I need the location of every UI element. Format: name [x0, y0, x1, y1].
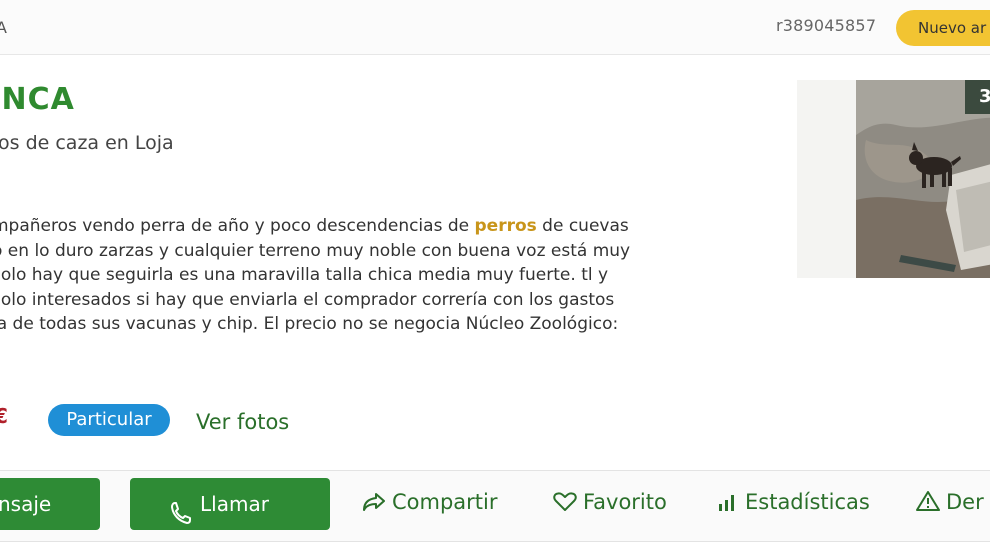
description-line: solo hay que seguirla es una maravilla t…	[0, 265, 609, 285]
share-label: Compartir	[392, 490, 498, 514]
message-button[interactable]: nsaje	[0, 478, 100, 530]
report-button[interactable]: Der	[916, 490, 984, 517]
bar-chart-icon	[717, 492, 739, 517]
report-label: Der	[946, 490, 984, 514]
share-icon	[362, 492, 386, 517]
listing-subtitle: os de caza en Loja	[0, 132, 174, 154]
listing-reference: r389045857	[776, 16, 877, 35]
call-button-label: Llamar	[200, 492, 269, 516]
statistics-button[interactable]: Estadísticas	[717, 490, 870, 517]
keyword-highlight: perros	[474, 216, 537, 236]
description-text: mpañeros vendo perra de año y poco desce…	[0, 216, 475, 236]
listing-description: mpañeros vendo perra de año y poco desce…	[0, 214, 772, 337]
listing-top-bar: A r389045857 Nuevo ar	[0, 0, 990, 55]
description-line: mpañeros vendo perra de año y poco desce…	[0, 214, 772, 239]
favorite-button[interactable]: Favorito	[553, 490, 667, 517]
price-fragment: €	[0, 404, 8, 428]
listing-title: ENCA	[0, 82, 75, 117]
description-line: o en lo duro zarzas y cualquier terreno …	[0, 240, 631, 261]
heart-icon	[553, 492, 577, 517]
view-photos-link[interactable]: Ver fotos	[196, 410, 289, 434]
statistics-label: Estadísticas	[745, 490, 870, 514]
description-line: solo interesados si hay que enviarla el …	[0, 289, 615, 310]
description-line: ía de todas sus vacunas y chip. El preci…	[0, 314, 619, 334]
description-text: de cuevas	[536, 216, 629, 236]
call-button[interactable]: Llamar	[130, 478, 330, 530]
message-button-label: nsaje	[0, 492, 52, 516]
photo-count-badge: 3	[965, 80, 990, 114]
phone-icon	[170, 492, 192, 544]
new-ad-button[interactable]: Nuevo ar	[896, 10, 990, 46]
warning-icon	[916, 490, 940, 517]
favorite-label: Favorito	[583, 490, 667, 514]
breadcrumb-fragment: A	[0, 18, 7, 37]
seller-type-badge: Particular	[48, 404, 170, 436]
share-button[interactable]: Compartir	[362, 490, 498, 517]
